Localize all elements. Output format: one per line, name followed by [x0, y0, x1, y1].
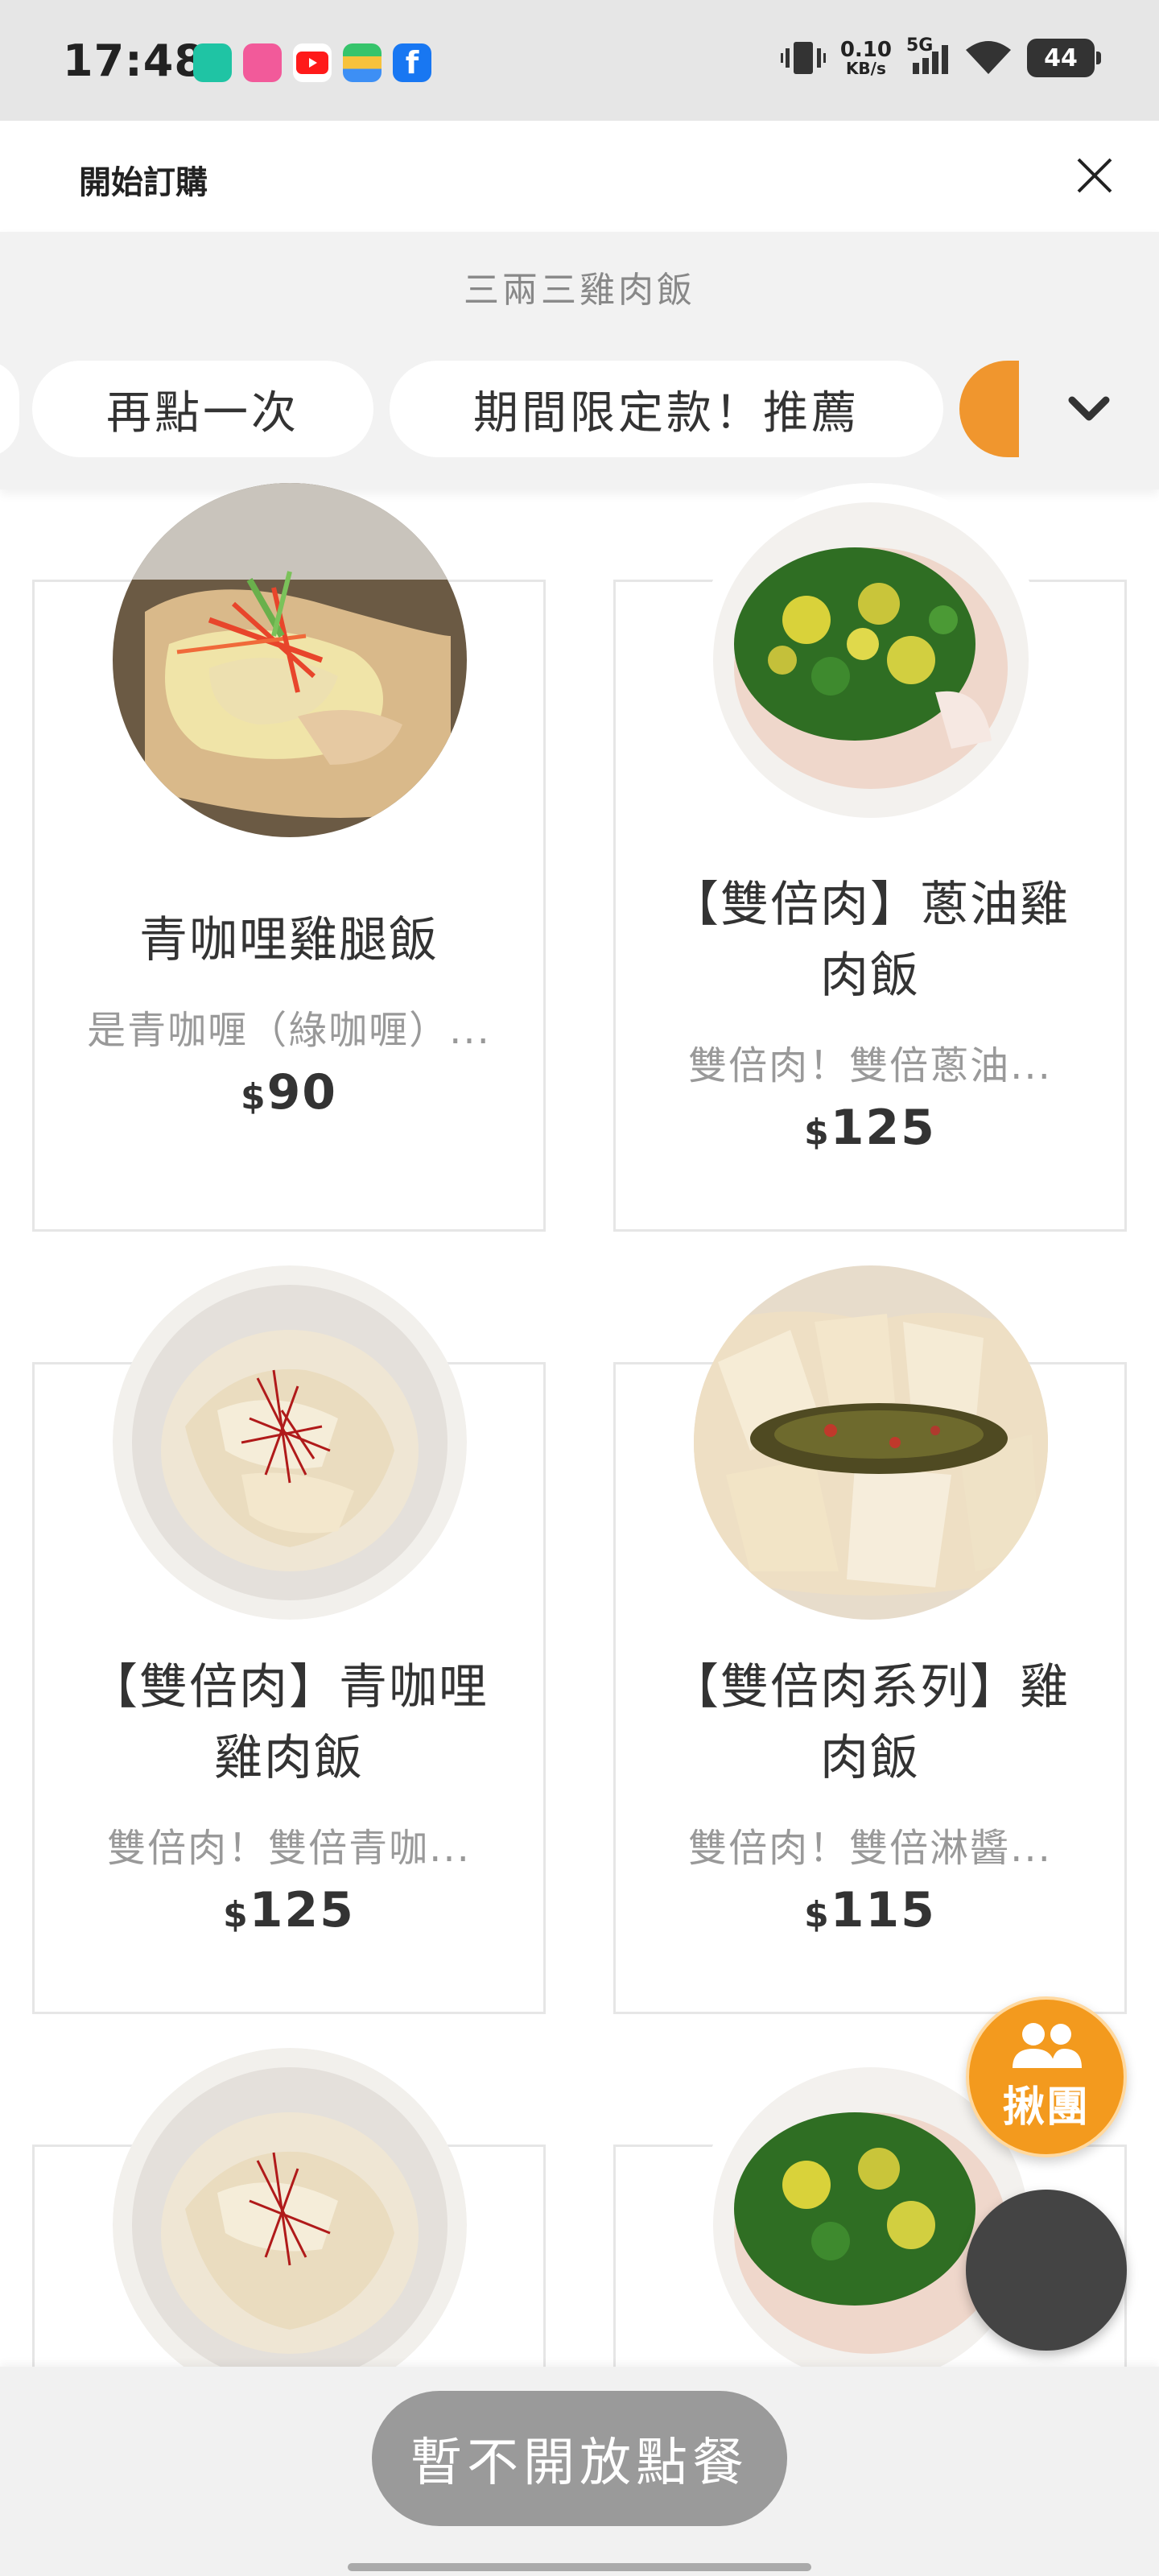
home-indicator[interactable]: [348, 2563, 811, 2571]
product-name: 【雙倍肉】蔥油雞 肉飯: [670, 877, 1070, 1004]
product-description: 雙倍肉！雙倍蔥油...: [688, 1043, 1052, 1088]
product-price: $125: [804, 1100, 936, 1156]
product-image: [113, 1265, 467, 1620]
product-price: $115: [804, 1882, 936, 1938]
product-price: $90: [240, 1064, 338, 1121]
close-button[interactable]: [1062, 143, 1127, 208]
product-image: [113, 483, 467, 837]
notification-icons: f: [193, 43, 431, 82]
product-price: $125: [223, 1882, 355, 1938]
bottom-bar: 暫不開放點餐: [0, 2367, 1159, 2576]
lalala-icon: [243, 43, 282, 82]
store-name: 三兩三雞肉飯: [464, 270, 695, 311]
network-speed: 0.10 KB/s: [839, 38, 892, 78]
product-image: [694, 1265, 1048, 1620]
product-description: 是青咖喱（綠咖喱）...: [87, 1008, 491, 1053]
group-order-button[interactable]: 揪團: [966, 1996, 1127, 2157]
mi-home-icon: [193, 43, 232, 82]
chevron-down-icon: [1068, 396, 1110, 421]
wifi-icon: [966, 41, 1011, 74]
category-tab-partial[interactable]: [0, 361, 19, 457]
product-image: [694, 483, 1048, 837]
status-time: 17:48: [63, 35, 205, 86]
floating-action-button[interactable]: [966, 2190, 1127, 2351]
facebook-icon: f: [393, 43, 431, 82]
page-title: 開始訂購: [79, 164, 208, 201]
signal-icon: 5G: [906, 35, 950, 77]
status-bar: 17:48 f 0.10 KB/s 5G 44: [0, 0, 1159, 121]
vibrate-icon: [780, 42, 826, 74]
close-icon: [1077, 158, 1112, 193]
order-button[interactable]: 暫不開放點餐: [372, 2391, 787, 2526]
battery-indicator: 44: [1027, 39, 1101, 77]
product-description: 雙倍肉！雙倍青咖...: [107, 1826, 471, 1871]
top-header: 開始訂購: [0, 121, 1159, 232]
product-description: 雙倍肉！雙倍淋醬...: [688, 1826, 1052, 1871]
group-icon: [1013, 2022, 1082, 2068]
category-tab-reorder[interactable]: 再點一次: [32, 361, 373, 457]
group-order-label: 揪團: [1002, 2083, 1090, 2132]
store-category-bar: 三兩三雞肉飯 再點一次 期間限定款！推薦: [0, 232, 1159, 489]
youtube-icon: [293, 43, 332, 82]
product-image: [113, 2048, 467, 2402]
product-name: 青咖哩雞腿飯: [139, 912, 439, 968]
product-name: 【雙倍肉】青咖哩 雞肉飯: [89, 1659, 489, 1786]
product-name: 【雙倍肉系列】雞 肉飯: [670, 1659, 1070, 1786]
category-tab-limited[interactable]: 期間限定款！推薦: [390, 361, 943, 457]
category-expand-button[interactable]: [1054, 377, 1124, 441]
category-tab-active[interactable]: [959, 361, 1019, 457]
wallet-icon: [343, 43, 382, 82]
